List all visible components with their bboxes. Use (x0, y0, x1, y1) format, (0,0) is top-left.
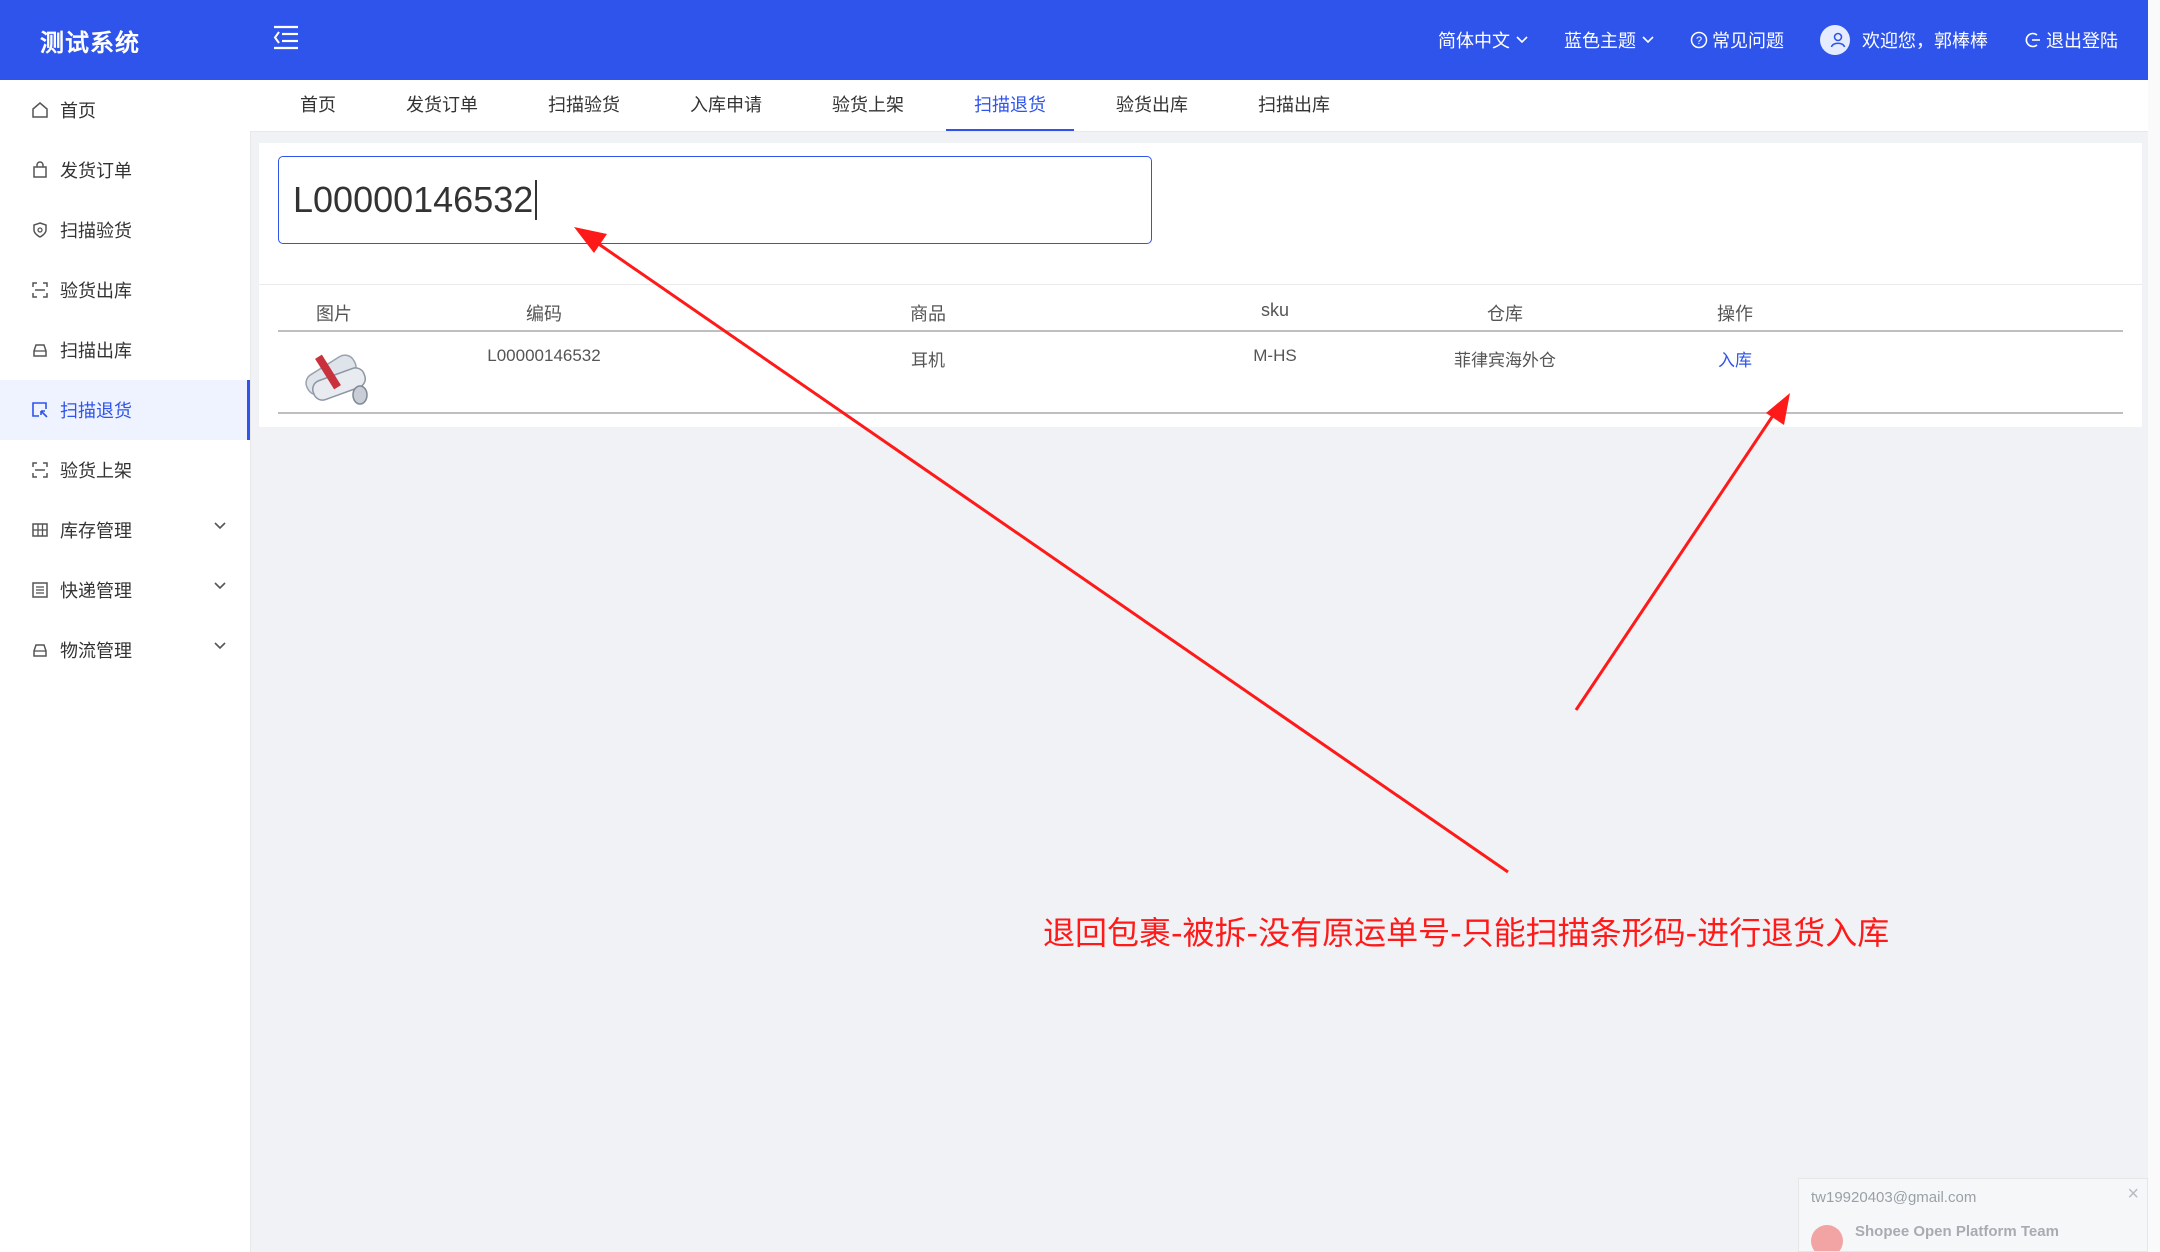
logout-button[interactable]: 退出登陆 (2024, 27, 2118, 53)
sidebar-item-scan-inspect[interactable]: 扫描验货 (0, 200, 250, 260)
sidebar-item-scan-return[interactable]: 扫描退货 (0, 380, 250, 440)
window-edge (2148, 0, 2160, 1252)
cell-warehouse: 菲律宾海外仓 (1454, 351, 1556, 370)
tab-inbound-request[interactable]: 入库申请 (662, 79, 790, 131)
sidebar-item-scan-outbound[interactable]: 扫描出库 (0, 320, 250, 380)
language-dropdown[interactable]: 简体中文 (1438, 27, 1528, 53)
sidebar-item-label: 扫描验货 (60, 221, 132, 241)
tab-home[interactable]: 首页 (272, 79, 364, 131)
sidebar-item-label: 发货订单 (60, 161, 132, 181)
return-items-table: 图片 编码 商品 sku 仓库 操作 L00000146532 耳机 M-HS … (278, 294, 2123, 414)
cell-sku: M-HS (1253, 346, 1297, 365)
cell-product: 耳机 (911, 351, 945, 370)
chevron-down-icon (214, 582, 226, 590)
car-icon (30, 640, 50, 660)
home-icon (30, 100, 50, 120)
faq-label: 常见问题 (1712, 31, 1784, 51)
text-caret (535, 180, 538, 220)
notification-toast: tw19920403@gmail.com × Shopee Open Platf… (1798, 1178, 2148, 1252)
annotation-arrow-to-action (1574, 407, 1780, 711)
shield-icon (30, 220, 50, 240)
avatar (1820, 25, 1850, 55)
theme-dropdown[interactable]: 蓝色主题 (1564, 27, 1654, 53)
sidebar-item-home[interactable]: 首页 (0, 80, 250, 140)
menu-collapse-icon[interactable] (272, 24, 302, 52)
shopee-logo-icon (1811, 1225, 1843, 1251)
sidebar-item-label: 扫描出库 (60, 341, 132, 361)
toast-title: Shopee Open Platform Team (1855, 1223, 2059, 1240)
sidebar: 首页 发货订单 扫描验货 验货出库 扫描出库 扫描退货 验货上架 库存管理 快递… (0, 80, 251, 1252)
close-icon[interactable]: × (2127, 1183, 2139, 1206)
column-header-image: 图片 (316, 304, 352, 324)
welcome-text: 欢迎您，郭棒棒 (1862, 31, 1988, 51)
logout-icon (2025, 32, 2040, 48)
app-logo-title: 测试系统 (40, 29, 140, 57)
inbound-action-link[interactable]: 入库 (1718, 346, 1752, 371)
tab-bar: 首页 发货订单 扫描验货 入库申请 验货上架 扫描退货 验货出库 扫描出库 (250, 80, 2148, 132)
tab-scan-return[interactable]: 扫描退货 (946, 79, 1074, 131)
svg-text:?: ? (1696, 35, 1702, 47)
tab-inspect-shelve[interactable]: 验货上架 (804, 79, 932, 131)
sidebar-item-label: 验货上架 (60, 461, 132, 481)
top-header: 测试系统 简体中文 蓝色主题 ? 常见问题 欢迎您，郭棒棒 退出登陆 (0, 0, 2148, 80)
tab-scan-outbound[interactable]: 扫描出库 (1230, 79, 1358, 131)
user-icon (1830, 32, 1846, 48)
scan-icon (30, 280, 50, 300)
table-row: L00000146532 耳机 M-HS 菲律宾海外仓 入库 (278, 332, 2123, 414)
column-header-action: 操作 (1717, 304, 1753, 324)
column-header-sku: sku (1260, 300, 1290, 320)
sidebar-item-label: 扫描退货 (60, 401, 132, 421)
scan-icon (30, 460, 50, 480)
column-header-warehouse: 仓库 (1487, 304, 1523, 324)
product-thumbnail (305, 354, 368, 405)
barcode-scan-input[interactable]: L00000146532 (278, 156, 1152, 244)
column-header-product: 商品 (910, 304, 946, 324)
sidebar-item-inspect-shelve[interactable]: 验货上架 (0, 440, 250, 500)
tab-shipping-orders[interactable]: 发货订单 (378, 79, 506, 131)
theme-label: 蓝色主题 (1564, 31, 1636, 51)
sidebar-item-label: 物流管理 (60, 641, 132, 661)
sidebar-item-label: 库存管理 (60, 521, 132, 541)
toast-email: tw19920403@gmail.com (1811, 1189, 1977, 1206)
sidebar-item-inventory[interactable]: 库存管理 (0, 500, 250, 560)
list-icon (30, 580, 50, 600)
sidebar-item-label: 首页 (60, 101, 96, 121)
table-header: 图片 编码 商品 sku 仓库 操作 (278, 294, 2123, 332)
sidebar-item-logistics[interactable]: 物流管理 (0, 620, 250, 680)
column-header-code: 编码 (526, 304, 562, 324)
car-icon (30, 340, 50, 360)
scan-input-value: L00000146532 (293, 179, 534, 220)
question-circle-icon: ? (1690, 31, 1708, 49)
faq-link[interactable]: ? 常见问题 (1690, 27, 1784, 53)
sidebar-item-shipping-orders[interactable]: 发货订单 (0, 140, 250, 200)
return-icon (30, 400, 50, 420)
bag-icon (30, 160, 50, 180)
tab-scan-inspect[interactable]: 扫描验货 (520, 79, 648, 131)
grid-icon (30, 520, 50, 540)
tab-inspect-outbound[interactable]: 验货出库 (1088, 79, 1216, 131)
user-menu[interactable]: 欢迎您，郭棒棒 (1820, 25, 1988, 55)
language-label: 简体中文 (1438, 31, 1510, 51)
chevron-down-icon (214, 642, 226, 650)
sidebar-item-inspect-outbound[interactable]: 验货出库 (0, 260, 250, 320)
logout-label: 退出登陆 (2046, 31, 2118, 51)
chevron-down-icon (1516, 36, 1528, 44)
sidebar-item-label: 验货出库 (60, 281, 132, 301)
chevron-down-icon (214, 522, 226, 530)
section-divider (259, 284, 2142, 285)
sidebar-item-label: 快递管理 (60, 581, 132, 601)
cell-code: L00000146532 (487, 346, 601, 365)
chevron-down-icon (1642, 36, 1654, 44)
sidebar-item-express[interactable]: 快递管理 (0, 560, 250, 620)
annotation-text: 退回包裹-被拆-没有原运单号-只能扫描条形码-进行退货入库 (1043, 914, 1890, 952)
